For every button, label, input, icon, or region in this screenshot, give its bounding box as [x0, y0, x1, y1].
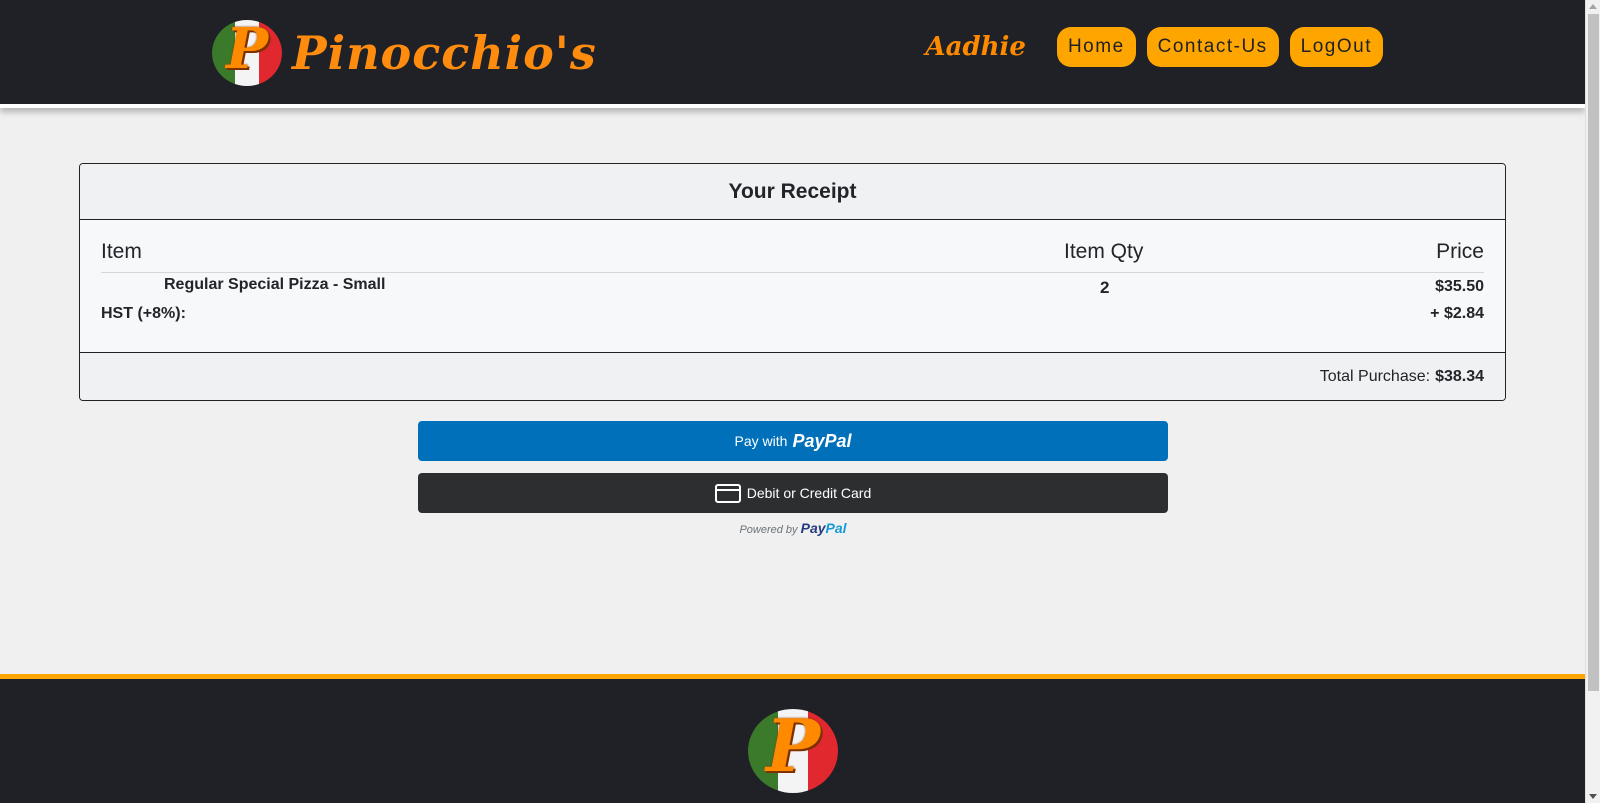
scroll-down-icon[interactable]	[1589, 794, 1597, 799]
nav-home-button[interactable]: Home	[1056, 27, 1136, 67]
powered-by-paypal: Powered by PayPal	[418, 520, 1168, 536]
paypal-wordmark: PayPal	[792, 430, 852, 451]
column-header-item: Item	[101, 240, 142, 263]
footer-logo-icon: P	[748, 709, 838, 793]
credit-card-icon	[714, 483, 741, 503]
card-payment-label: Debit or Credit Card	[746, 485, 872, 501]
receipt-card: Your Receipt Item Item Qty Price Regular…	[79, 163, 1506, 401]
receipt-title: Your Receipt	[728, 179, 857, 203]
pizza-logo-icon: P	[212, 20, 282, 86]
column-header-price: Price	[1436, 240, 1484, 263]
item-qty: 2	[1100, 278, 1110, 297]
tax-label: HST (+8%):	[101, 305, 186, 322]
nav-contact-button[interactable]: Contact-Us	[1146, 27, 1279, 67]
logo-letter: P	[225, 20, 269, 82]
tax-value: + $2.84	[1430, 305, 1484, 322]
footer-logo-letter: P	[765, 709, 821, 788]
total-value: $38.34	[1435, 368, 1484, 385]
brand-name: Pinocchio's	[292, 26, 597, 80]
vertical-scrollbar[interactable]	[1585, 0, 1600, 803]
paypal-logo-pal: Pal	[825, 520, 847, 536]
divider	[101, 272, 1484, 273]
paypal-button-prefix: Pay with	[734, 433, 788, 449]
receipt-body: Item Item Qty Price Regular Special Pizz…	[80, 220, 1505, 352]
site-header: P Pinocchio's Aadhie Home Contact-Us Log…	[0, 0, 1585, 108]
column-header-qty: Item Qty	[1064, 240, 1144, 263]
receipt-header: Your Receipt	[80, 164, 1505, 220]
total-label: Total Purchase:	[1319, 368, 1431, 385]
powered-by-text: Powered by	[739, 524, 798, 536]
scroll-up-icon[interactable]	[1589, 4, 1597, 9]
site-footer: P	[0, 674, 1585, 803]
brand[interactable]: P Pinocchio's	[212, 20, 597, 86]
main-nav: Aadhie Home Contact-Us LogOut	[925, 27, 1383, 67]
card-payment-button[interactable]: Debit or Credit Card	[418, 473, 1168, 513]
item-name: Regular Special Pizza - Small	[164, 276, 386, 293]
scrollbar-thumb[interactable]	[1588, 14, 1599, 691]
nav-logout-button[interactable]: LogOut	[1289, 27, 1383, 67]
paypal-button[interactable]: Pay with PayPal	[418, 421, 1168, 461]
item-price: $35.50	[1435, 278, 1484, 295]
receipt-total: Total Purchase: $38.34	[80, 352, 1505, 400]
paypal-logo-pay: Pay	[800, 520, 826, 536]
user-name: Aadhie	[925, 32, 1026, 62]
